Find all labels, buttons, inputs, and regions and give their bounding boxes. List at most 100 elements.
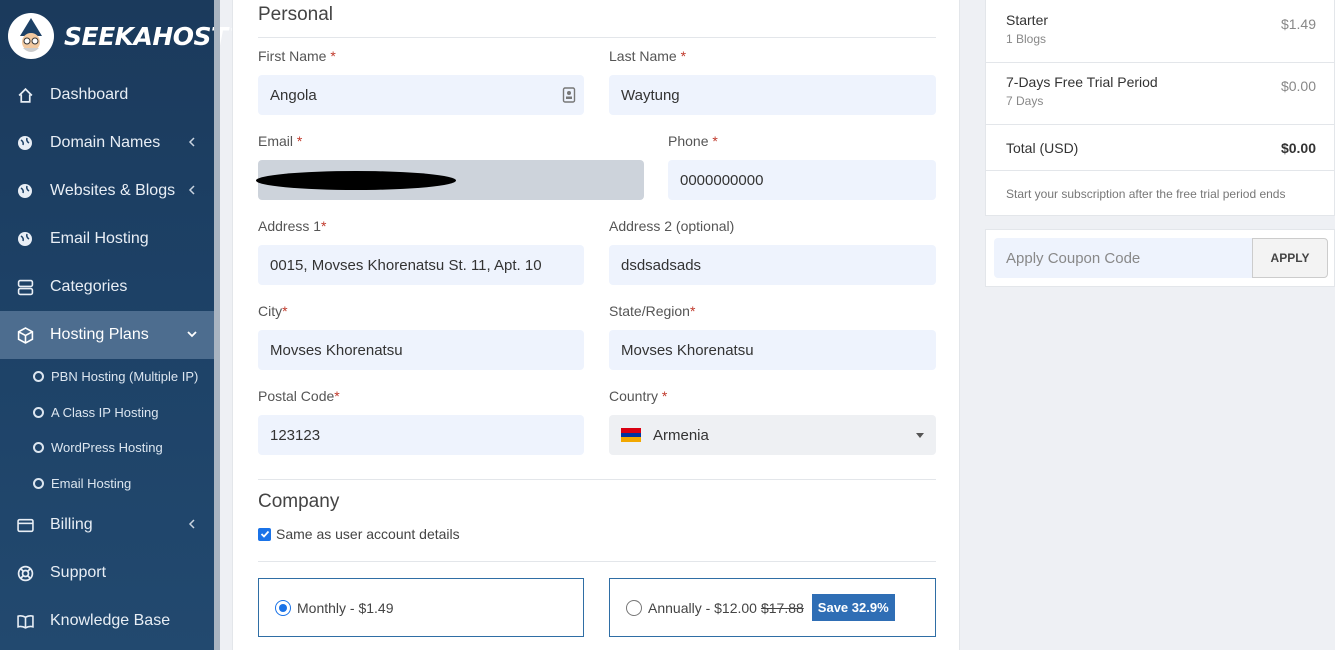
sidebar-nav: Dashboard Domain Names Websites & Blogs … [0, 71, 214, 645]
sidebar-item-label: Billing [50, 516, 93, 533]
sidebar-item-email-hosting[interactable]: Email Hosting [0, 215, 214, 263]
divider [258, 561, 936, 562]
same-as-account-checkbox[interactable] [258, 527, 271, 541]
same-as-account-row[interactable]: Same as user account details [258, 526, 460, 542]
sidebar-subitem-email-hosting[interactable]: Email Hosting [0, 466, 214, 502]
address2-input[interactable]: dsdsadsads [609, 245, 936, 285]
country-label: Country * [609, 388, 668, 404]
country-select[interactable]: Armenia [609, 415, 936, 455]
sidebar-subitem-label: WordPress Hosting [51, 440, 163, 456]
hosting-plans-submenu: PBN Hosting (Multiple IP) A Class IP Hos… [0, 359, 214, 501]
city-input[interactable]: Movses Khorenatsu [258, 330, 584, 370]
chevron-left-icon [188, 137, 195, 147]
sidebar-item-label: Knowledge Base [50, 612, 171, 629]
sidebar-item-label: Categories [50, 278, 128, 295]
address1-label: Address 1* [258, 218, 327, 234]
address2-label: Address 2 (optional) [609, 218, 735, 234]
brand-name: SEEKAHOST™ [64, 21, 239, 51]
chevron-left-icon [188, 185, 195, 195]
home-icon [16, 86, 34, 104]
postal-code-input[interactable]: 123123 [258, 415, 584, 455]
armenia-flag-icon [621, 428, 641, 443]
trial-sub: 7 Days [1006, 94, 1044, 108]
section-title-company: Company [258, 491, 340, 512]
circle-icon [33, 442, 44, 454]
coupon-panel: Apply Coupon Code APPLY [985, 229, 1335, 287]
apply-coupon-button[interactable]: APPLY [1252, 238, 1328, 278]
brand-logo[interactable]: SEEKAHOST™ [8, 12, 239, 60]
sidebar-subitem-wordpress-hosting[interactable]: WordPress Hosting [0, 430, 214, 466]
monthly-label: Monthly - $1.49 [297, 599, 394, 616]
sidebar-item-label: Dashboard [50, 86, 129, 103]
sidebar-scrollbar[interactable] [214, 0, 220, 650]
circle-icon [33, 371, 44, 383]
state-input[interactable]: Movses Khorenatsu [609, 330, 936, 370]
sidebar-subitem-label: Email Hosting [51, 475, 132, 491]
total-label: Total (USD) [1006, 140, 1079, 156]
checkout-form: Personal First Name * Angola Last Name *… [232, 0, 960, 650]
chevron-down-icon [187, 331, 197, 338]
coupon-input[interactable]: Apply Coupon Code [994, 238, 1253, 278]
city-label: City* [258, 303, 288, 319]
first-name-input[interactable]: Angola [258, 75, 584, 115]
sidebar-item-label: Websites & Blogs [50, 182, 176, 199]
lifebuoy-icon [16, 564, 34, 582]
monthly-radio[interactable] [275, 599, 291, 616]
billing-option-annually[interactable]: Annually - $12.00 $17.88 Save 32.9% [609, 578, 936, 637]
sidebar-subitem-label: A Class IP Hosting [51, 404, 159, 420]
box-icon [16, 326, 34, 344]
trial-note: Start your subscription after the free t… [1006, 187, 1286, 201]
checkmark-icon [260, 530, 269, 538]
plan-price: $1.49 [1280, 16, 1316, 32]
sidebar-item-dashboard[interactable]: Dashboard [0, 71, 214, 119]
save-badge: Save 32.9% [811, 594, 895, 621]
chevron-left-icon [188, 519, 195, 529]
summary-row-total: Total (USD) $0.00 [986, 125, 1335, 171]
sidebar-item-knowledge-base[interactable]: Knowledge Base [0, 597, 214, 645]
redaction-mark [256, 171, 456, 190]
sidebar-item-billing[interactable]: Billing [0, 501, 214, 549]
sidebar-subitem-a-class-ip[interactable]: A Class IP Hosting [0, 395, 214, 431]
same-as-account-label: Same as user account details [276, 526, 460, 542]
divider [258, 479, 936, 480]
trial-price: $0.00 [1280, 78, 1316, 94]
sidebar: SEEKAHOST™ Dashboard Domain Names Websit… [0, 0, 239, 650]
globe-icon [16, 182, 34, 200]
state-label: State/Region* [609, 303, 696, 319]
globe-icon [16, 134, 34, 152]
sidebar-item-hosting-plans[interactable]: Hosting Plans [0, 311, 214, 359]
globe-icon [16, 230, 34, 248]
sidebar-item-label: Hosting Plans [50, 326, 149, 343]
sidebar-item-domain-names[interactable]: Domain Names [0, 119, 214, 167]
sidebar-item-label: Domain Names [50, 134, 161, 151]
summary-row-trial: 7-Days Free Trial Period 7 Days $0.00 [986, 63, 1335, 125]
sidebar-item-support[interactable]: Support [0, 549, 214, 597]
email-label: Email * [258, 133, 303, 149]
trial-name: 7-Days Free Trial Period [1006, 74, 1158, 90]
first-name-label: First Name * [258, 48, 336, 64]
annually-radio[interactable] [626, 599, 642, 616]
sidebar-item-label: Support [50, 564, 107, 581]
caret-down-icon [916, 433, 924, 438]
sidebar-item-websites-blogs[interactable]: Websites & Blogs [0, 167, 214, 215]
server-icon [16, 278, 34, 296]
last-name-input[interactable]: Waytung [609, 75, 936, 115]
address1-input[interactable]: 0015, Movses Khorenatsu St. 11, Apt. 10 [258, 245, 584, 285]
section-title-personal: Personal [258, 4, 333, 25]
sidebar-item-categories[interactable]: Categories [0, 263, 214, 311]
circle-icon [33, 406, 44, 418]
contact-card-icon [562, 87, 576, 103]
sidebar-subitem-pbn-hosting[interactable]: PBN Hosting (Multiple IP) [0, 359, 214, 395]
wizard-logo-icon [8, 13, 54, 59]
postal-code-label: Postal Code* [258, 388, 340, 404]
order-summary: Starter 1 Blogs $1.49 7-Days Free Trial … [985, 0, 1335, 216]
sidebar-subitem-label: PBN Hosting (Multiple IP) [51, 369, 199, 385]
last-name-label: Last Name * [609, 48, 687, 64]
email-input[interactable] [256, 160, 644, 200]
card-icon [16, 516, 34, 534]
billing-option-monthly[interactable]: Monthly - $1.49 [258, 578, 584, 637]
circle-icon [33, 477, 44, 489]
phone-input[interactable]: 0000000000 [668, 160, 936, 200]
plan-sub: 1 Blogs [1006, 32, 1047, 46]
sidebar-item-label: Email Hosting [50, 230, 149, 247]
